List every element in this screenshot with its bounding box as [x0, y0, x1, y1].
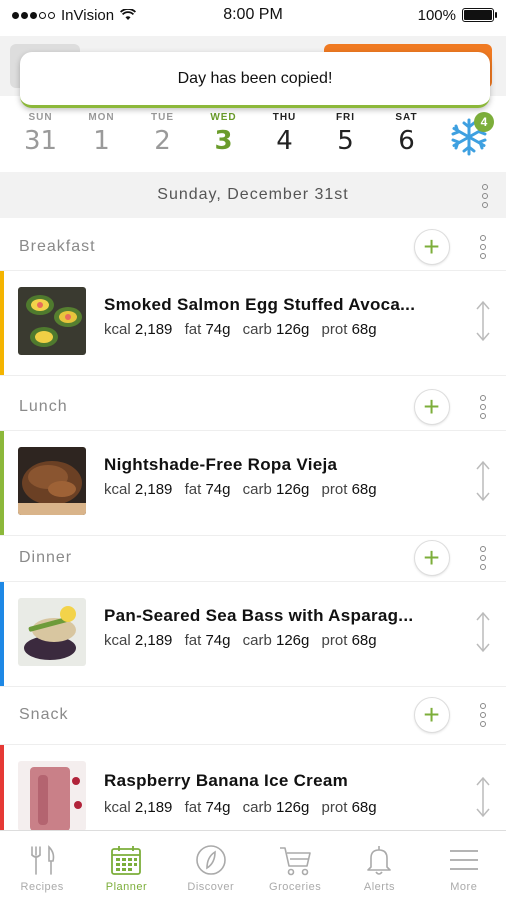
- recipe-macros: kcal 2,189 fat 74g carb 126g prot 68g: [104, 481, 377, 498]
- plus-icon: +: [423, 231, 441, 262]
- tab-groceries[interactable]: Groceries: [253, 831, 337, 900]
- tab-alerts[interactable]: Alerts: [337, 831, 421, 900]
- day-sat[interactable]: SAT 6: [376, 110, 437, 172]
- fork-knife-icon: [31, 845, 55, 875]
- calendar-icon: [111, 846, 142, 875]
- bell-icon: [367, 846, 392, 875]
- status-bar: InVision 8:00 PM 100%: [0, 0, 506, 30]
- copied-toast: Day has been copied!: [20, 52, 490, 108]
- wifi-icon: [120, 9, 137, 20]
- day-number: 2: [154, 126, 171, 156]
- add-meal-button[interactable]: +: [414, 229, 450, 265]
- meal-section-header: Breakfast +: [0, 218, 506, 276]
- meal-item[interactable]: Raspberry Banana Ice Cream kcal 2,189 fa…: [0, 744, 506, 831]
- recipe-title: Pan-Seared Sea Bass with Asparag...: [104, 606, 414, 625]
- plus-icon: +: [423, 391, 441, 422]
- day-fri[interactable]: FRI 5: [315, 110, 376, 172]
- recipe-thumbnail: [18, 287, 86, 355]
- day-thu[interactable]: THU 4: [254, 110, 315, 172]
- tab-label: Groceries: [269, 881, 322, 893]
- day-name: SAT: [395, 112, 418, 123]
- meal-section-title: Dinner: [19, 549, 73, 566]
- date-header: Sunday, December 31st: [0, 172, 506, 218]
- plus-icon: +: [423, 542, 441, 573]
- date-title: Sunday, December 31st: [157, 186, 349, 203]
- recipe-thumbnail: [18, 447, 86, 515]
- recipe-macros: kcal 2,189 fat 74g carb 126g prot 68g: [104, 632, 377, 649]
- more-vert-icon[interactable]: [480, 703, 486, 727]
- status-right: 100%: [417, 6, 497, 24]
- recipe-thumbnail: [18, 761, 86, 831]
- meal-section-title: Snack: [19, 706, 69, 723]
- drag-handle-icon[interactable]: [474, 299, 492, 343]
- status-left: InVision: [12, 6, 137, 24]
- meal-section-header: Lunch +: [0, 378, 506, 436]
- day-name: MON: [88, 112, 115, 123]
- recipe-macros: kcal 2,189 fat 74g carb 126g prot 68g: [104, 799, 377, 816]
- cart-icon: [280, 847, 311, 876]
- tab-label: Recipes: [20, 881, 64, 893]
- meal-item[interactable]: Nightshade-Free Ropa Vieja kcal 2,189 fa…: [0, 430, 506, 536]
- recipe-title: Nightshade-Free Ropa Vieja: [104, 455, 338, 474]
- day-mon[interactable]: MON 1: [71, 110, 132, 172]
- day-tue[interactable]: TUE 2: [132, 110, 193, 172]
- day-number: 5: [337, 126, 354, 156]
- recipe-title: Smoked Salmon Egg Stuffed Avoca...: [104, 295, 416, 314]
- recipe-thumbnail: [18, 598, 86, 666]
- more-vert-icon[interactable]: [480, 395, 486, 419]
- meal-section-header: Dinner +: [0, 529, 506, 587]
- meal-color-bar: [0, 745, 4, 830]
- meal-color-bar: [0, 431, 4, 535]
- day-wed[interactable]: WED 3: [193, 110, 254, 172]
- add-meal-button[interactable]: +: [414, 697, 450, 733]
- tab-discover[interactable]: Discover: [169, 831, 253, 900]
- tab-more[interactable]: More: [422, 831, 506, 900]
- tab-planner[interactable]: Planner: [84, 831, 168, 900]
- compass-icon: [196, 845, 226, 875]
- day-number: 6: [398, 126, 415, 156]
- tab-label: Discover: [187, 881, 235, 893]
- add-meal-button[interactable]: +: [414, 389, 450, 425]
- freezer-button[interactable]: 4: [448, 112, 494, 158]
- day-name: TUE: [151, 112, 174, 123]
- meal-section-title: Lunch: [19, 398, 68, 415]
- signal-icon: [12, 11, 55, 19]
- meal-color-bar: [0, 582, 4, 686]
- carrier-name: InVision: [61, 6, 115, 24]
- drag-handle-icon[interactable]: [474, 610, 492, 654]
- tab-label: Alerts: [363, 881, 396, 893]
- plus-icon: +: [423, 699, 441, 730]
- day-number: 4: [276, 126, 293, 156]
- bottom-tab-bar: Recipes Planner Discover Groceries Alert…: [0, 830, 506, 900]
- more-vert-icon[interactable]: [480, 235, 486, 259]
- meal-section-title: Breakfast: [19, 238, 96, 255]
- meal-color-bar: [0, 271, 4, 375]
- recipe-macros: kcal 2,189 fat 74g carb 126g prot 68g: [104, 321, 377, 338]
- day-number: 3: [214, 126, 233, 156]
- day-name: THU: [272, 112, 297, 123]
- day-number: 31: [23, 126, 58, 156]
- day-sun[interactable]: SUN 31: [10, 110, 71, 172]
- battery-percent: 100%: [417, 6, 456, 24]
- day-name: FRI: [335, 112, 356, 123]
- tab-recipes[interactable]: Recipes: [0, 831, 84, 900]
- day-number: 1: [93, 126, 110, 156]
- week-strip: SUN 31 MON 1 TUE 2 WED 3 THU 4 FRI 5 SAT…: [0, 110, 506, 172]
- meal-item[interactable]: Smoked Salmon Egg Stuffed Avoca... kcal …: [0, 270, 506, 376]
- meal-section-header: Snack +: [0, 686, 506, 744]
- tab-label: More: [450, 881, 478, 893]
- freezer-count-badge: 4: [474, 112, 494, 132]
- tab-label: Planner: [105, 881, 148, 893]
- more-vert-icon[interactable]: [482, 184, 488, 208]
- drag-handle-icon[interactable]: [474, 775, 492, 819]
- add-meal-button[interactable]: +: [414, 540, 450, 576]
- menu-icon: [449, 850, 478, 870]
- battery-icon: [462, 8, 497, 22]
- day-name: WED: [210, 112, 237, 123]
- meal-item[interactable]: Pan-Seared Sea Bass with Asparag... kcal…: [0, 581, 506, 687]
- recipe-title: Raspberry Banana Ice Cream: [104, 771, 349, 790]
- drag-handle-icon[interactable]: [474, 459, 492, 503]
- day-name: SUN: [28, 112, 53, 123]
- more-vert-icon[interactable]: [480, 546, 486, 570]
